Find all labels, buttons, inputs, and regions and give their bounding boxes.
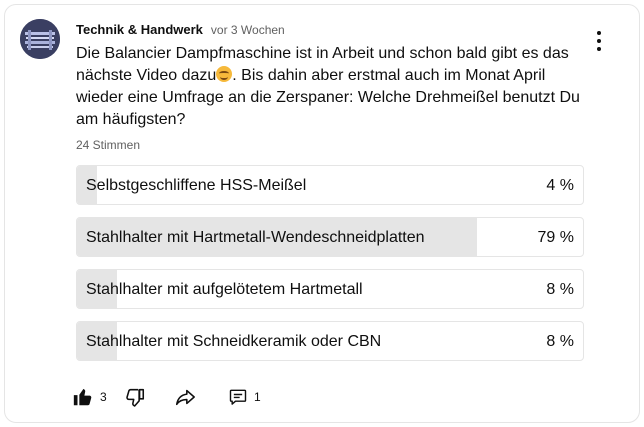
share-icon [175, 389, 195, 406]
post-timestamp[interactable]: vor 3 Wochen [211, 23, 285, 37]
menu-dot [597, 39, 601, 43]
poll-option-label: Stahlhalter mit Hartmetall-Wendeschneidp… [86, 229, 425, 246]
menu-dot [597, 47, 601, 51]
post-header: Technik & Handwerk vor 3 Wochen [76, 22, 285, 40]
poll-option-label: Selbstgeschliffene HSS-Meißel [86, 177, 307, 194]
thumbs-down-icon [126, 388, 145, 407]
poll-option[interactable]: Stahlhalter mit Hartmetall-Wendeschneidp… [76, 217, 584, 257]
poll-option-percent: 8 % [546, 281, 574, 298]
channel-name[interactable]: Technik & Handwerk [76, 22, 203, 37]
poll-option[interactable]: Stahlhalter mit Schneidkeramik oder CBN … [76, 321, 584, 361]
menu-dot [597, 31, 601, 35]
dislike-button[interactable] [124, 385, 146, 409]
poll-option[interactable]: Selbstgeschliffene HSS-Meißel 4 % [76, 165, 584, 205]
vote-count: 24 Stimmen [76, 138, 141, 152]
comment-count: 1 [254, 390, 261, 404]
poll-option[interactable]: Stahlhalter mit aufgelötetem Hartmetall … [76, 269, 584, 309]
poll-option-percent: 8 % [546, 333, 574, 350]
comment-icon [229, 389, 247, 405]
share-button[interactable] [174, 385, 196, 409]
post-text: Die Balancier Dampfmaschine ist in Arbei… [76, 43, 596, 131]
channel-logo-icon [20, 19, 60, 59]
community-post-card: Technik & Handwerk vor 3 Wochen Die Bala… [4, 4, 640, 423]
like-button[interactable]: 3 [72, 385, 107, 409]
poll-option-percent: 4 % [546, 177, 574, 194]
thumbs-up-icon [73, 388, 92, 406]
like-count: 3 [100, 390, 107, 404]
poll-option-label: Stahlhalter mit Schneidkeramik oder CBN [86, 333, 382, 350]
channel-avatar[interactable] [20, 19, 60, 59]
comment-button[interactable]: 1 [228, 385, 261, 409]
poll-option-percent: 79 % [537, 229, 574, 246]
poll-option-label: Stahlhalter mit aufgelötetem Hartmetall [86, 281, 363, 298]
smiling-face-emoji-icon [216, 66, 233, 82]
